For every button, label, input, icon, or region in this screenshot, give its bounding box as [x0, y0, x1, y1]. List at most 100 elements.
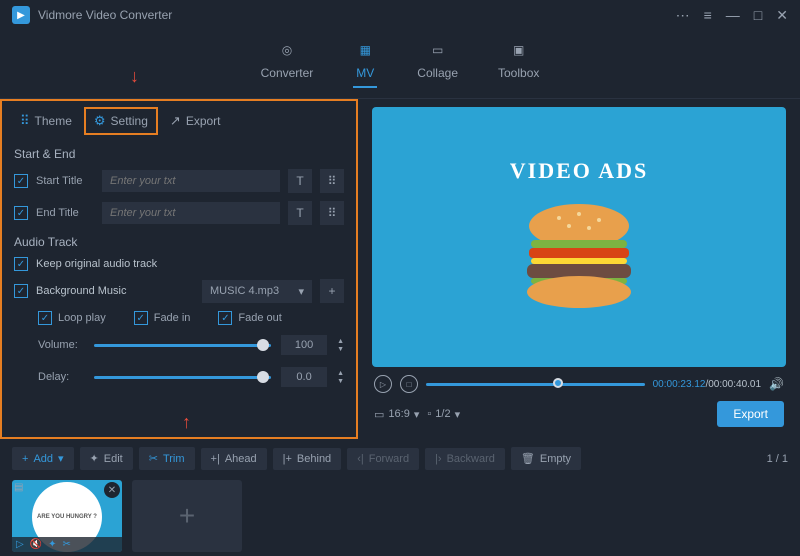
end-title-label: End Title	[36, 207, 94, 219]
bg-music-dropdown[interactable]: MUSIC 4.mp3 ▾	[202, 280, 312, 303]
trim-button[interactable]: ✂Trim	[139, 447, 195, 470]
export-icon: ↗	[170, 113, 181, 129]
burger-image	[509, 196, 649, 316]
end-title-checkbox[interactable]: ✓	[14, 206, 28, 220]
bg-music-label: Background Music	[36, 285, 194, 297]
gear-icon: ⚙	[94, 113, 106, 129]
delay-up[interactable]: ▲	[337, 370, 344, 377]
page-count: 1 / 1	[767, 453, 788, 465]
play-button[interactable]: ▷	[374, 375, 392, 393]
fade-out-label: Fade out	[238, 312, 281, 324]
app-logo: ▶	[12, 6, 30, 24]
volume-slider[interactable]	[94, 344, 271, 347]
loop-play-label: Loop play	[58, 312, 106, 324]
start-title-input[interactable]	[102, 170, 280, 192]
clip-thumbnail[interactable]: ▤ ARE YOU HUNGRY ? ✕ ▷ 🔇 ✦ ✂	[12, 480, 122, 552]
chevron-down-icon: ▾	[298, 285, 304, 298]
text-options-button[interactable]: ⠿	[320, 169, 344, 193]
keep-original-checkbox[interactable]: ✓	[14, 257, 28, 271]
highlight-arrow-down: ↓	[130, 66, 139, 87]
menu-icon[interactable]: ≡	[704, 7, 712, 24]
clip-mute-icon[interactable]: 🔇	[30, 539, 42, 550]
volume-icon[interactable]: 🔊	[769, 377, 784, 391]
settings-panel: ⠿ Theme ⚙ Setting ↗ Export Start & End ✓…	[0, 99, 358, 439]
app-title: Vidmore Video Converter	[38, 8, 676, 22]
ahead-icon: +|	[211, 453, 220, 465]
nav-collage-label: Collage	[417, 66, 458, 80]
nav-toolbox-label: Toolbox	[498, 66, 539, 80]
video-preview: VIDEO ADS	[372, 107, 786, 367]
tab-export-label: Export	[186, 114, 221, 128]
export-button[interactable]: Export	[717, 401, 784, 427]
minimize-icon[interactable]: —	[726, 7, 740, 24]
close-icon[interactable]: ✕	[776, 7, 788, 24]
delay-slider[interactable]	[94, 376, 271, 379]
scissors-icon: ✂	[149, 452, 158, 465]
section-audio-track: Audio Track	[2, 229, 356, 253]
loop-play-checkbox[interactable]: ✓	[38, 311, 52, 325]
empty-button[interactable]: 🗑Empty	[511, 447, 581, 470]
clip-marker-icon: ▤	[14, 482, 23, 493]
nav-collage[interactable]: ▭ Collage	[417, 38, 458, 88]
keep-original-label: Keep original audio track	[36, 258, 157, 270]
nav-mv[interactable]: ▦ MV	[353, 38, 377, 88]
start-title-label: Start Title	[36, 175, 94, 187]
backward-button[interactable]: |›Backward	[425, 448, 505, 470]
time-display: 00:00:23.12/00:00:40.01	[653, 379, 761, 390]
behind-button[interactable]: |+Behind	[273, 448, 342, 470]
nav-converter-label: Converter	[261, 66, 314, 80]
fade-out-checkbox[interactable]: ✓	[218, 311, 232, 325]
clip-play-icon[interactable]: ▷	[16, 539, 24, 550]
feedback-icon[interactable]: ⋯	[676, 7, 690, 24]
text-style-button[interactable]: T	[288, 169, 312, 193]
volume-down[interactable]: ▼	[337, 346, 344, 353]
delay-label: Delay:	[38, 371, 84, 383]
toolbox-icon: ▣	[507, 38, 531, 62]
mv-icon: ▦	[353, 38, 377, 62]
wand-icon: ✦	[90, 452, 99, 465]
scale-dropdown[interactable]: ▫ 1/2 ▾	[427, 408, 460, 421]
add-music-button[interactable]: +	[320, 279, 344, 303]
collage-icon: ▭	[426, 38, 450, 62]
bg-music-checkbox[interactable]: ✓	[14, 284, 28, 298]
tab-export[interactable]: ↗ Export	[162, 107, 229, 135]
volume-label: Volume:	[38, 339, 84, 351]
end-title-input[interactable]	[102, 202, 280, 224]
nav-toolbox[interactable]: ▣ Toolbox	[498, 38, 539, 88]
volume-up[interactable]: ▲	[337, 338, 344, 345]
start-title-checkbox[interactable]: ✓	[14, 174, 28, 188]
volume-value[interactable]: 100	[281, 335, 327, 355]
add-clip-button[interactable]: +	[132, 480, 242, 552]
backward-icon: |›	[435, 453, 442, 465]
tab-setting-label: Setting	[111, 114, 148, 128]
tab-setting[interactable]: ⚙ Setting	[84, 107, 158, 135]
highlight-arrow-up: ↑	[182, 412, 191, 433]
edit-button[interactable]: ✦Edit	[80, 447, 133, 470]
theme-icon: ⠿	[20, 113, 30, 129]
trash-icon: 🗑	[521, 452, 535, 465]
text-style-button-2[interactable]: T	[288, 201, 312, 225]
remove-clip-button[interactable]: ✕	[104, 482, 120, 498]
behind-icon: |+	[283, 453, 292, 465]
converter-icon: ◎	[275, 38, 299, 62]
stop-button[interactable]: □	[400, 375, 418, 393]
nav-mv-label: MV	[356, 66, 374, 80]
add-button[interactable]: +Add ▾	[12, 447, 74, 470]
fade-in-checkbox[interactable]: ✓	[134, 311, 148, 325]
text-options-button-2[interactable]: ⠿	[320, 201, 344, 225]
progress-bar[interactable]	[426, 383, 645, 386]
forward-icon: ‹|	[357, 453, 364, 465]
delay-value[interactable]: 0.0	[281, 367, 327, 387]
fade-in-label: Fade in	[154, 312, 191, 324]
clip-trim-icon[interactable]: ✂	[63, 539, 71, 550]
aspect-dropdown[interactable]: ▭ 16:9 ▾	[374, 408, 419, 421]
ahead-button[interactable]: +|Ahead	[201, 448, 267, 470]
nav-converter[interactable]: ◎ Converter	[261, 38, 314, 88]
tab-theme[interactable]: ⠿ Theme	[12, 107, 80, 135]
maximize-icon[interactable]: □	[754, 7, 762, 24]
tab-theme-label: Theme	[35, 114, 72, 128]
clip-effect-icon[interactable]: ✦	[48, 539, 56, 550]
bg-music-value: MUSIC 4.mp3	[210, 285, 279, 297]
forward-button[interactable]: ‹|Forward	[347, 448, 419, 470]
delay-down[interactable]: ▼	[337, 378, 344, 385]
